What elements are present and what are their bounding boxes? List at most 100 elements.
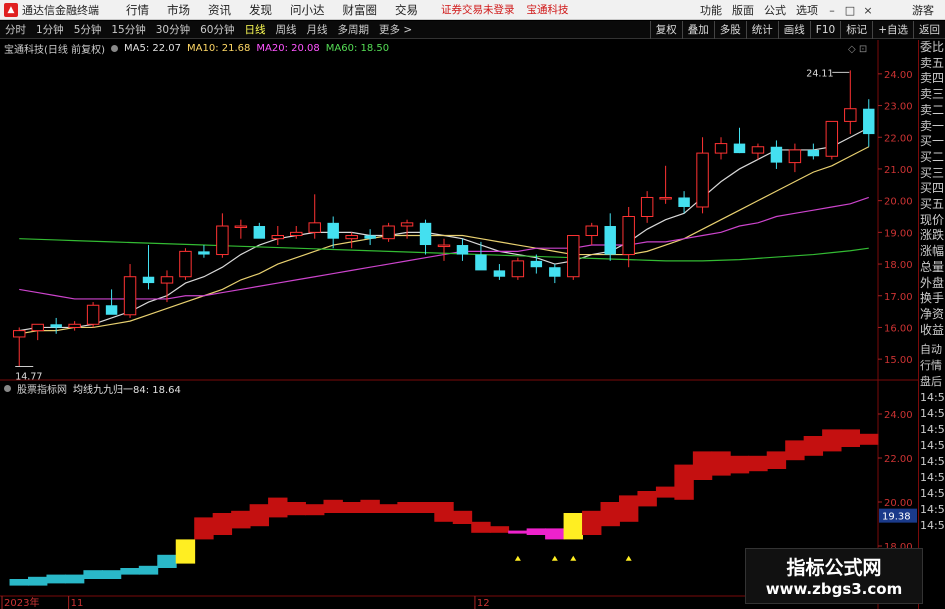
signal-marker (551, 555, 558, 561)
tool-adjust-button[interactable]: 复权 (649, 21, 682, 39)
login-notice[interactable]: 证券交易未登录 (441, 2, 515, 17)
ma-line-ma5 (19, 127, 870, 332)
candle-body-down (678, 197, 690, 207)
indicator-band (711, 451, 731, 476)
indicator-band (268, 497, 288, 518)
tab-15min[interactable]: 15分钟 (106, 22, 150, 37)
maximize-icon[interactable]: □ (841, 4, 859, 17)
trade-time: 14:50 (920, 503, 945, 517)
tool-draw-button[interactable]: 画线 (777, 21, 810, 39)
trade-time: 14:50 (920, 519, 945, 533)
quote-field-label: 收益 (920, 322, 945, 337)
moving-average-lines (19, 127, 870, 335)
trade-time: 14:50 (920, 407, 945, 421)
indicator-band (28, 576, 48, 586)
candle-body-down (327, 222, 339, 239)
menu-item-discover[interactable]: 发现 (240, 2, 281, 18)
tab-timeshare[interactable]: 分时 (0, 22, 31, 37)
menu-item-news[interactable]: 资讯 (199, 2, 240, 18)
tab-1min[interactable]: 1分钟 (31, 22, 69, 37)
tab-multi-period[interactable]: 多周期 (333, 22, 375, 37)
menu-item-quotes[interactable]: 行情 (117, 2, 158, 18)
indicator-band (360, 499, 380, 513)
chart-canvas[interactable]: 24.00 23.00 22.00 21.00 20.00 19.00 18.00 17.00… (0, 40, 918, 609)
indicator-band (582, 510, 602, 535)
indicator-band (748, 455, 768, 472)
tool-stats-button[interactable]: 统计 (745, 21, 778, 39)
candle-body-down (530, 260, 543, 268)
trade-time: 14:50 (920, 423, 945, 437)
candle-body-up (640, 196, 654, 217)
signal-marker (625, 555, 632, 561)
candle-body-up (622, 216, 635, 256)
tool-back-button[interactable]: 返回 (913, 21, 945, 39)
indicator-band (397, 502, 417, 513)
trade-panel-tab[interactable]: 自动 (919, 342, 945, 358)
x-tick-label: 11 (71, 598, 84, 609)
y-tick-label: 15.00 (884, 355, 913, 366)
trade-panel-tab[interactable]: 行情 (919, 358, 945, 374)
watermark-title: 指标公式网 (786, 557, 882, 579)
candle-body-down (604, 226, 616, 255)
tab-weekly[interactable]: 周线 (271, 22, 302, 37)
candle-body-up (234, 225, 248, 229)
indicator-band (471, 521, 491, 533)
close-icon[interactable]: × (859, 4, 877, 17)
candle-body-down (50, 324, 62, 328)
tool-add-watchlist-button[interactable]: +自选 (872, 21, 913, 39)
tab-30min[interactable]: 30分钟 (151, 22, 195, 37)
tool-multi-stock-button[interactable]: 多股 (713, 21, 746, 39)
menu-item-layout[interactable]: 版面 (727, 2, 759, 18)
y-tick-label: 23.00 (884, 102, 913, 113)
quote-field-label: 卖一 (920, 118, 945, 133)
trade-list: 自动行情盘后14:5014:5014:5014:5014:5014:5014:5… (919, 342, 945, 534)
candle-body-up (567, 235, 580, 278)
tab-more[interactable]: 更多 > (374, 22, 417, 37)
indicator-band (305, 504, 325, 516)
tab-5min[interactable]: 5分钟 (69, 22, 107, 37)
trade-panel-tab[interactable]: 盘后 (919, 374, 945, 390)
candle-body-down (807, 149, 820, 157)
indicator-band (101, 570, 122, 579)
y-tick-label: 20.00 (884, 197, 913, 208)
quote-field-label: 卖四 (920, 71, 945, 86)
candle-body-up (382, 225, 395, 240)
menu-item-trade[interactable]: 交易 (386, 2, 427, 18)
menu-item-function[interactable]: 功能 (695, 2, 727, 18)
tool-overlay-button[interactable]: 叠加 (681, 21, 714, 39)
indicator-band (46, 574, 66, 584)
sub-y-tick-label: 24.00 (884, 410, 913, 421)
tab-60min[interactable]: 60分钟 (195, 22, 239, 37)
candle-body-up (437, 244, 451, 248)
guest-label[interactable]: 游客 (907, 2, 939, 18)
signal-marker (514, 555, 521, 561)
tool-mark-button[interactable]: 标记 (840, 21, 872, 39)
candle-body-up (585, 225, 598, 237)
menu-item-ask[interactable]: 问小达 (281, 2, 334, 18)
indicator-band (194, 517, 214, 540)
candle-body-up (844, 108, 857, 122)
quote-side-panel: 委比 卖五 卖四 卖三 卖二 卖一 买一 买二 买三 买四 买五 现价 涨跌 涨幅 总量 外盘 换手 净资 收益 自… (918, 40, 945, 609)
title-right-group: 功能 版面 公式 选项 – □ × 游客 (695, 0, 945, 20)
minimize-icon[interactable]: – (823, 4, 841, 17)
indicator-band (323, 499, 343, 513)
quote-field-label: 买二 (920, 149, 945, 164)
trade-time: 14:50 (920, 391, 945, 405)
candle-body-up (216, 225, 229, 256)
menu-item-formula[interactable]: 公式 (759, 2, 791, 18)
tab-monthly[interactable]: 月线 (302, 22, 333, 37)
tab-daily[interactable]: 日线 (240, 22, 271, 37)
menu-item-wealth[interactable]: 财富圈 (334, 2, 387, 18)
indicator-band (138, 565, 159, 575)
indicator-band (600, 502, 620, 527)
candle-body-down (142, 276, 155, 284)
menu-item-options[interactable]: 选项 (791, 2, 823, 18)
indicator-band (489, 526, 510, 533)
trade-time: 14:50 (920, 487, 945, 501)
tool-f10-button[interactable]: F10 (809, 21, 840, 39)
indicator-band (231, 510, 251, 529)
menu-item-market[interactable]: 市场 (158, 2, 199, 18)
candle-body-up (696, 152, 709, 208)
indicator-band (9, 579, 29, 586)
indicator-band (729, 455, 750, 474)
